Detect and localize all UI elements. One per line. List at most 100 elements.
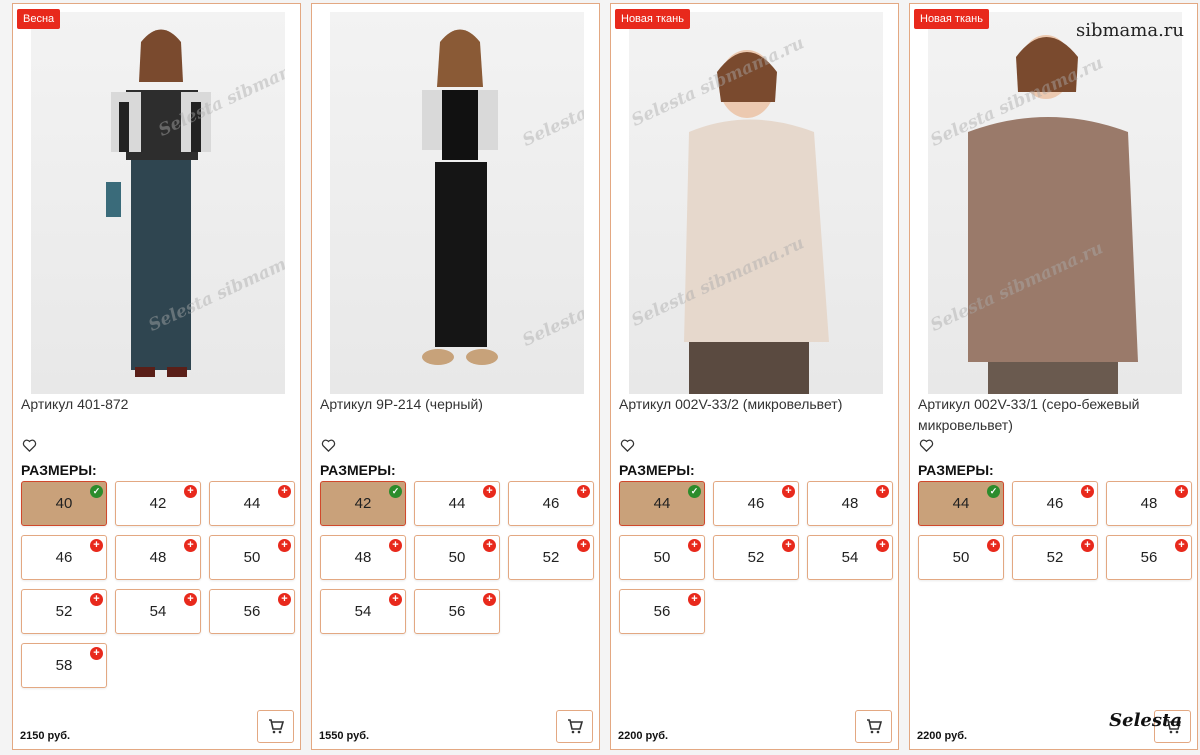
- size-option[interactable]: 48 +: [115, 535, 201, 580]
- plus-icon: +: [1175, 539, 1188, 552]
- size-label: 48: [354, 549, 372, 566]
- size-option[interactable]: 52 +: [21, 589, 107, 634]
- size-option[interactable]: 40 ✓: [21, 481, 107, 526]
- add-to-cart-button[interactable]: [855, 710, 892, 743]
- product-photo[interactable]: Selesta sibmama.ru Selesta sibmama.ru: [330, 12, 584, 394]
- size-option[interactable]: 48 +: [807, 481, 893, 526]
- add-to-cart-button[interactable]: [257, 710, 294, 743]
- size-label: 44: [952, 495, 970, 512]
- plus-icon: +: [483, 485, 496, 498]
- product-badge: Новая ткань: [615, 9, 690, 29]
- plus-icon: +: [987, 539, 1000, 552]
- check-icon: ✓: [90, 485, 103, 498]
- size-option[interactable]: 46 +: [713, 481, 799, 526]
- size-option[interactable]: 50 +: [619, 535, 705, 580]
- sizes-label: РАЗМЕРЫ:: [619, 462, 695, 478]
- product-title[interactable]: Артикул 9P-214 (черный): [320, 394, 590, 415]
- add-to-cart-button[interactable]: [556, 710, 593, 743]
- size-option[interactable]: 54 +: [115, 589, 201, 634]
- plus-icon: +: [483, 593, 496, 606]
- plus-icon: +: [184, 593, 197, 606]
- size-option[interactable]: 44 ✓: [619, 481, 705, 526]
- size-label: 56: [448, 603, 466, 620]
- size-label: 54: [841, 549, 859, 566]
- size-option[interactable]: 56 +: [209, 589, 295, 634]
- plus-icon: +: [876, 485, 889, 498]
- product-badge: Весна: [17, 9, 61, 29]
- plus-icon: +: [90, 539, 103, 552]
- sizes-label: РАЗМЕРЫ:: [918, 462, 994, 478]
- size-option[interactable]: 44 ✓: [918, 481, 1004, 526]
- plus-icon: +: [1175, 485, 1188, 498]
- size-label: 54: [149, 603, 167, 620]
- product-title[interactable]: Артикул 002V-33/2 (микровельвет): [619, 394, 889, 415]
- size-label: 50: [653, 549, 671, 566]
- size-label: 52: [747, 549, 765, 566]
- size-option[interactable]: 54 +: [320, 589, 406, 634]
- size-option[interactable]: 58 +: [21, 643, 107, 688]
- check-icon: ✓: [389, 485, 402, 498]
- size-option[interactable]: 54 +: [807, 535, 893, 580]
- sizes-label: РАЗМЕРЫ:: [21, 462, 97, 478]
- size-option[interactable]: 44 +: [414, 481, 500, 526]
- site-watermark-label: sibmama.ru: [1075, 20, 1184, 41]
- plus-icon: +: [688, 539, 701, 552]
- plus-icon: +: [577, 539, 590, 552]
- product-photo[interactable]: Selesta sibmama.ru Selesta sibmama.ru: [629, 12, 883, 394]
- product-photo[interactable]: Selesta sibmama.ru Selesta sibmama.ru: [31, 12, 285, 394]
- plus-icon: +: [278, 485, 291, 498]
- product-title[interactable]: Артикул 002V-33/1 (серо-бежевый микровел…: [918, 394, 1188, 436]
- size-label: 50: [952, 549, 970, 566]
- size-label: 46: [542, 495, 560, 512]
- product-price: 2200 руб.: [917, 730, 968, 742]
- product-price: 1550 руб.: [319, 730, 370, 742]
- size-option[interactable]: 50 +: [209, 535, 295, 580]
- product-title[interactable]: Артикул 401-872: [21, 394, 291, 415]
- heart-icon[interactable]: [919, 438, 934, 453]
- size-label: 52: [55, 603, 73, 620]
- size-option[interactable]: 48 +: [320, 535, 406, 580]
- size-option[interactable]: 46 +: [1012, 481, 1098, 526]
- brand-signature: Selesta: [1109, 710, 1182, 731]
- size-label: 44: [448, 495, 466, 512]
- cart-icon: [268, 719, 284, 734]
- size-label: 42: [149, 495, 167, 512]
- plus-icon: +: [1081, 485, 1094, 498]
- size-option[interactable]: 44 +: [209, 481, 295, 526]
- product-price: 2200 руб.: [618, 730, 669, 742]
- plus-icon: +: [577, 485, 590, 498]
- size-option[interactable]: 42 ✓: [320, 481, 406, 526]
- size-option[interactable]: 46 +: [508, 481, 594, 526]
- size-label: 54: [354, 603, 372, 620]
- plus-icon: +: [278, 593, 291, 606]
- size-label: 44: [653, 495, 671, 512]
- size-option[interactable]: 50 +: [414, 535, 500, 580]
- heart-icon[interactable]: [620, 438, 635, 453]
- size-label: 48: [1140, 495, 1158, 512]
- cart-icon: [567, 719, 583, 734]
- size-label: 50: [243, 549, 261, 566]
- size-option[interactable]: 42 +: [115, 481, 201, 526]
- plus-icon: +: [1081, 539, 1094, 552]
- size-option[interactable]: 48 +: [1106, 481, 1192, 526]
- size-option[interactable]: 56 +: [1106, 535, 1192, 580]
- product-card: Selesta sibmama.ru Selesta sibmama.ru Ар…: [311, 3, 600, 750]
- size-label: 40: [55, 495, 73, 512]
- plus-icon: +: [782, 485, 795, 498]
- plus-icon: +: [483, 539, 496, 552]
- size-option[interactable]: 56 +: [619, 589, 705, 634]
- heart-icon[interactable]: [22, 438, 37, 453]
- size-option[interactable]: 52 +: [508, 535, 594, 580]
- plus-icon: +: [90, 593, 103, 606]
- product-price: 2150 руб.: [20, 730, 71, 742]
- check-icon: ✓: [688, 485, 701, 498]
- size-option[interactable]: 52 +: [713, 535, 799, 580]
- size-option[interactable]: 52 +: [1012, 535, 1098, 580]
- size-option[interactable]: 46 +: [21, 535, 107, 580]
- product-photo[interactable]: Selesta sibmama.ru Selesta sibmama.ru: [928, 12, 1182, 394]
- product-card: Selesta sibmama.ru Selesta sibmama.ru Но…: [610, 3, 899, 750]
- size-option[interactable]: 56 +: [414, 589, 500, 634]
- size-option[interactable]: 50 +: [918, 535, 1004, 580]
- heart-icon[interactable]: [321, 438, 336, 453]
- sizes-label: РАЗМЕРЫ:: [320, 462, 396, 478]
